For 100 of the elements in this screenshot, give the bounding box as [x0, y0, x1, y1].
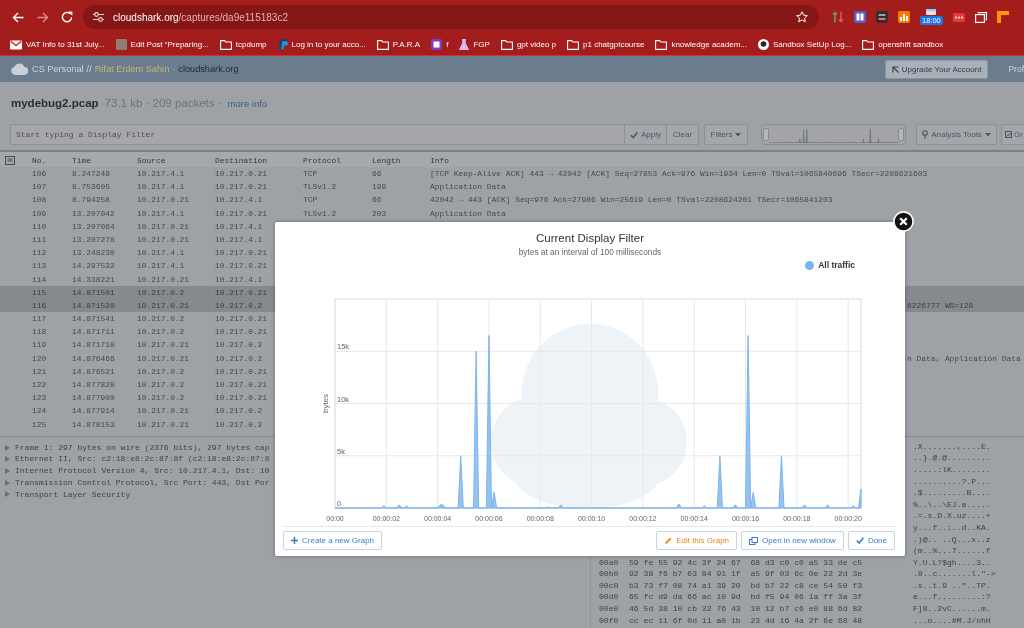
corner-icon[interactable] — [996, 11, 1009, 23]
hex-ascii: .X.......,....E. — [913, 441, 991, 451]
bookmark[interactable]: FGP — [459, 39, 490, 50]
circle-logo-icon — [758, 39, 769, 50]
expand-arrow-icon[interactable] — [5, 444, 10, 451]
hex-bytes: b3 73 f7 08 74 a1 39 20 bd b7 22 c8 ce 54 50 f3 — [629, 580, 863, 590]
tree-item[interactable]: Transport Layer Security — [5, 488, 131, 501]
hex-ascii: e...f.........:? — [913, 592, 991, 602]
expand-arrow-icon[interactable] — [5, 467, 10, 474]
hex-ascii: .$.........B.... — [913, 488, 991, 498]
bookmark[interactable]: p1 chatgptcourse — [567, 39, 645, 50]
breadcrumb-separator: // — [86, 64, 92, 74]
tree-item[interactable]: Internet Protocol Version 4, Src: 10.217.4.1, Dst: 10 — [5, 465, 270, 477]
hex-bytes: 46 5d 38 10 cb 32 76 43 10 12 b7 c6 e0 88 6d 82 — [629, 604, 863, 614]
window-icon[interactable] — [974, 11, 987, 23]
user-name[interactable]: Rifat Erdem Sahin — [94, 64, 170, 74]
bookmark[interactable]: Log in to your acco... — [277, 39, 366, 50]
plus-icon — [291, 537, 298, 544]
arrows-icon[interactable] — [832, 11, 844, 23]
avatar-icon — [115, 39, 127, 50]
arrow-icon — [891, 65, 899, 73]
folder-icon — [500, 39, 513, 50]
tile-icon[interactable] — [854, 11, 866, 23]
hex-ascii: y...f..;..d..KA. — [913, 522, 991, 532]
expand-arrow-icon[interactable] — [5, 456, 10, 463]
bookmark[interactable]: VAT Info to 31st July... — [10, 39, 105, 50]
bookmark[interactable]: Sandbox SetUp Log... — [758, 39, 852, 50]
clear-button[interactable]: Clear — [667, 124, 699, 145]
legend-marker-icon[interactable] — [805, 260, 815, 270]
left-arrow-icon[interactable] — [12, 11, 24, 23]
graphs-button[interactable]: Gr — [1001, 124, 1024, 145]
hex-ascii: .=.s.D.X.uz....+ — [913, 511, 991, 521]
notebook-icon — [431, 39, 443, 50]
list-icon[interactable] — [5, 156, 15, 165]
timeline-range-selector[interactable] — [761, 124, 906, 145]
file-name: mydebug2.pcap — [11, 97, 99, 109]
circular-arrow-icon[interactable] — [61, 11, 73, 23]
folder-icon — [655, 39, 668, 50]
hex-ascii: .....:lK........ — [913, 464, 991, 474]
site-name[interactable]: cloudshark.org — [178, 64, 239, 74]
calendar-icon[interactable] — [926, 9, 937, 15]
apply-button[interactable]: Apply — [625, 124, 667, 145]
address-bar[interactable]: cloudshark.org/captures/da9e115183c2 — [83, 5, 819, 29]
hex-offset: 00f0 — [599, 615, 619, 625]
expand-arrow-icon[interactable] — [5, 491, 10, 498]
star-icon[interactable] — [796, 11, 808, 23]
hex-bytes: 59 fe 55 92 4c 3f 24 67 68 d3 c0 c0 a5 33 de c5 — [629, 557, 863, 567]
breadcrumb-separator: · — [172, 64, 176, 74]
dots-icon[interactable] — [952, 12, 965, 22]
filter-input[interactable]: Start typing a Display Filter — [10, 124, 625, 145]
hex-ascii: ...o....#M.J/nhH — [913, 615, 991, 625]
hex-ascii: ..........?.P... — [913, 476, 991, 486]
more-info-link[interactable]: more info — [227, 98, 268, 109]
edit-graph-button[interactable]: Edit this Graph — [656, 531, 738, 550]
hex-bytes: 65 fc d9 da 66 ac 10 9d bd f5 94 06 1a ff 3a 3f — [629, 592, 863, 602]
analysis-tools-button[interactable]: Analysis Tools — [916, 124, 997, 145]
flask-icon — [459, 39, 470, 50]
range-handle[interactable] — [898, 128, 904, 141]
done-button[interactable]: Done — [847, 531, 895, 550]
check-icon — [855, 537, 864, 544]
bookmark[interactable]: tcpdump — [219, 39, 267, 50]
bookmark[interactable]: knowledge academ... — [655, 39, 747, 50]
bookmark[interactable]: f — [431, 39, 449, 50]
hex-ascii: (m..%...7......f — [913, 546, 991, 556]
folder-icon — [862, 39, 875, 50]
filters-menu-button[interactable]: Filters — [704, 124, 748, 145]
caret-icon — [735, 132, 742, 137]
hex-ascii: .)@.. ..Q...x..z — [913, 534, 991, 544]
logo-icon — [277, 39, 288, 50]
create-graph-button[interactable]: Create a new Graph — [283, 531, 383, 550]
tree-item[interactable]: Ethernet II, Src: c2:18:e8:2c:87:8f (c2:18:e8:2c:87:8 — [5, 453, 270, 466]
range-handle[interactable] — [763, 128, 769, 141]
hex-ascii: F]8..2vC......m. — [913, 604, 991, 614]
bookmark[interactable]: openshift sandbox — [862, 39, 944, 50]
account-name[interactable]: CS Personal — [32, 64, 84, 74]
tile-icon[interactable] — [876, 11, 888, 23]
bookmark[interactable]: Edit Post “Preparing... — [115, 39, 209, 50]
profile-link[interactable]: Prof — [1008, 64, 1024, 74]
tree-item[interactable]: Transmission Control Protocol, Src Port: 443, Dst Por — [5, 476, 270, 489]
legend-label[interactable]: All traffic — [818, 260, 855, 270]
hex-offset: 00d0 — [599, 592, 619, 602]
bookmark[interactable]: gpt video p — [500, 39, 557, 50]
close-button[interactable] — [893, 211, 914, 232]
folder-icon — [567, 39, 580, 50]
open-window-button[interactable]: Open in new window — [741, 531, 844, 550]
check-icon — [630, 130, 638, 139]
bar-chart-icon[interactable] — [898, 11, 910, 23]
hex-offset: 00b0 — [599, 569, 619, 579]
right-arrow-icon[interactable] — [37, 11, 49, 23]
caret-icon — [984, 132, 991, 137]
cloud-icon[interactable] — [11, 63, 28, 75]
chart-icon — [1005, 131, 1012, 138]
y-axis-title: bytes — [321, 393, 330, 414]
tree-item[interactable]: Frame 1: 297 bytes on wire (2376 bits), 297 bytes cap — [5, 441, 270, 454]
bookmark[interactable]: P.A.R.A — [376, 39, 421, 50]
sliders-icon[interactable] — [93, 12, 104, 22]
chart-title: Current Display Filter — [536, 231, 644, 246]
upgrade-button[interactable]: Upgrade Your Account — [884, 59, 989, 79]
folder-icon — [376, 39, 389, 50]
expand-arrow-icon[interactable] — [5, 479, 10, 486]
